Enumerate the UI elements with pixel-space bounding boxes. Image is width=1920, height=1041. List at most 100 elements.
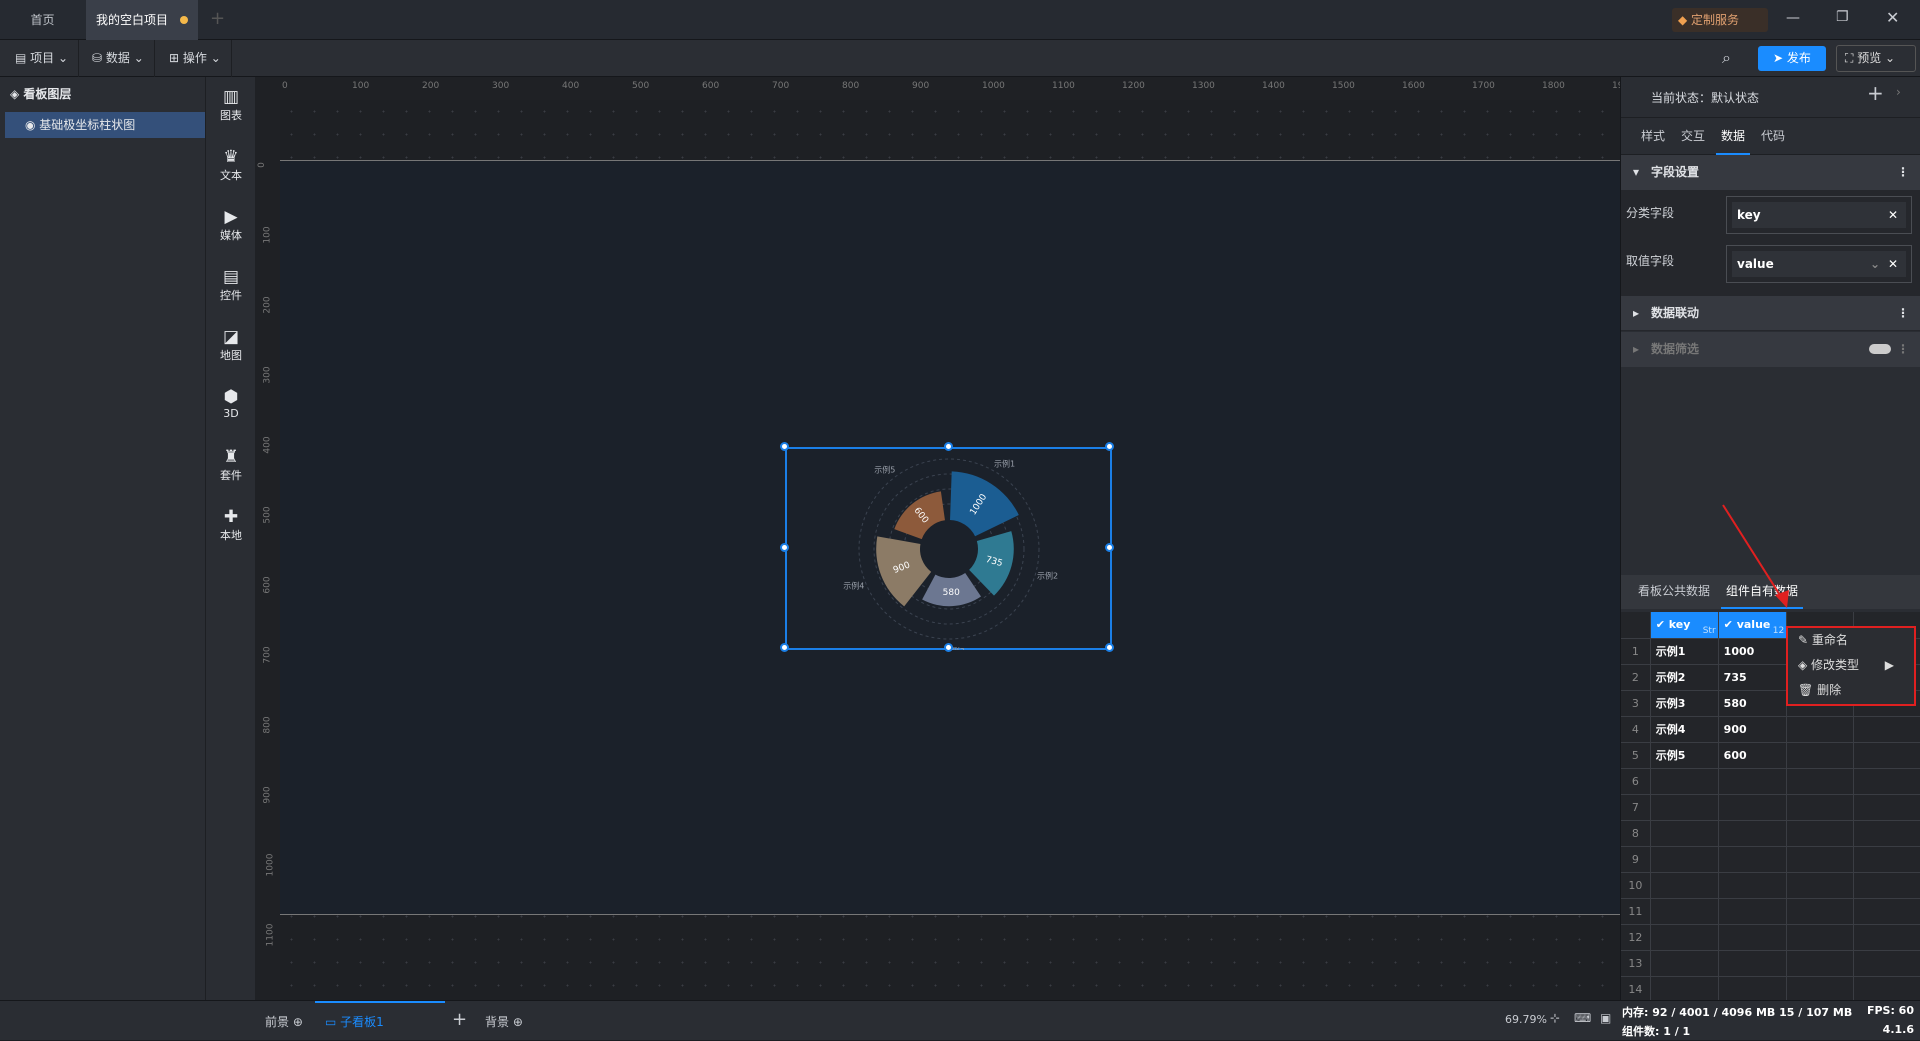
add-circle-icon[interactable]: ⊕ bbox=[293, 1015, 303, 1029]
minimize-icon[interactable]: — bbox=[1786, 10, 1800, 26]
table-row[interactable]: 4 示例4 900 bbox=[1621, 716, 1920, 743]
table-cell[interactable] bbox=[1718, 976, 1788, 1000]
table-cell[interactable] bbox=[1650, 846, 1719, 873]
custom-service-button[interactable]: ◆ 定制服务 bbox=[1672, 8, 1768, 32]
filter-toggle[interactable] bbox=[1869, 344, 1891, 354]
clear-icon[interactable]: ✕ bbox=[1888, 202, 1898, 228]
tool-media[interactable]: ▶ 媒体 bbox=[206, 207, 256, 243]
table-row[interactable]: 6 bbox=[1621, 768, 1920, 795]
table-cell[interactable] bbox=[1650, 794, 1719, 821]
chevron-right-icon[interactable]: › bbox=[1896, 85, 1901, 99]
tool-control[interactable]: ▤ 控件 bbox=[206, 267, 256, 303]
table-cell[interactable] bbox=[1718, 950, 1788, 977]
table-cell[interactable] bbox=[1650, 950, 1719, 977]
table-cell[interactable] bbox=[1650, 872, 1719, 899]
menu-data[interactable]: ⛁ 数据 ⌄ bbox=[82, 40, 155, 77]
table-cell[interactable] bbox=[1650, 924, 1719, 951]
table-row[interactable]: 9 bbox=[1621, 846, 1920, 873]
clear-icon[interactable]: ✕ bbox=[1888, 251, 1898, 277]
table-row[interactable]: 12 bbox=[1621, 924, 1920, 951]
table-row[interactable]: 14 bbox=[1621, 976, 1920, 1000]
tab-home[interactable]: 首页 bbox=[0, 0, 85, 40]
background-tab[interactable]: 背景 ⊕ bbox=[485, 1013, 523, 1030]
section-data-filter[interactable]: ▸ 数据筛选 ⋮ bbox=[1621, 332, 1920, 367]
table-cell[interactable]: 示例1 bbox=[1650, 638, 1719, 665]
table-row[interactable]: 7 bbox=[1621, 794, 1920, 821]
add-subboard-button[interactable]: + bbox=[452, 1009, 467, 1030]
tool-map[interactable]: ◪ 地图 bbox=[206, 327, 256, 363]
resize-handle[interactable] bbox=[780, 442, 789, 451]
more-icon[interactable]: ⋮ bbox=[1897, 296, 1909, 331]
table-cell[interactable] bbox=[1650, 898, 1719, 925]
restore-icon[interactable]: ❐ bbox=[1836, 9, 1849, 25]
table-cell[interactable] bbox=[1718, 768, 1788, 795]
table-cell[interactable]: 示例4 bbox=[1650, 716, 1719, 743]
preview-button[interactable]: ⛶ 预览 ⌄ bbox=[1836, 45, 1916, 72]
zoom-level[interactable]: 69.79% bbox=[1505, 1013, 1547, 1026]
table-cell[interactable]: 示例5 bbox=[1650, 742, 1719, 769]
resize-handle[interactable] bbox=[780, 643, 789, 652]
foreground-tab[interactable]: 前景 ⊕ bbox=[265, 1013, 303, 1030]
keyboard-icon[interactable]: ⌨ bbox=[1574, 1011, 1591, 1025]
resize-handle[interactable] bbox=[780, 543, 789, 552]
chevron-down-icon[interactable]: ⌄ bbox=[1870, 251, 1880, 277]
table-cell[interactable]: 900 bbox=[1718, 716, 1788, 743]
subboard-tab[interactable]: ▭ 子看板1 bbox=[315, 1001, 445, 1041]
table-cell[interactable]: 1000 bbox=[1718, 638, 1788, 665]
menu-item-delete[interactable]: 🗑 删除 bbox=[1788, 678, 1914, 703]
table-cell[interactable]: 600 bbox=[1718, 742, 1788, 769]
tool-kit[interactable]: ♜ 套件 bbox=[206, 447, 256, 483]
table-cell[interactable] bbox=[1718, 872, 1788, 899]
publish-button[interactable]: ➤ 发布 bbox=[1758, 46, 1826, 71]
tab-1[interactable]: 交互 bbox=[1676, 118, 1710, 155]
section-field-settings[interactable]: ▾ 字段设置 ⋮ bbox=[1621, 155, 1920, 190]
table-cell[interactable] bbox=[1718, 794, 1788, 821]
tab-3[interactable]: 代码 bbox=[1756, 118, 1790, 155]
menu-item-rename[interactable]: ✎ 重命名 bbox=[1788, 628, 1914, 653]
add-state-button[interactable]: + bbox=[1867, 81, 1884, 105]
table-cell[interactable] bbox=[1650, 768, 1719, 795]
menu-project[interactable]: ▤ 项目 ⌄ bbox=[5, 40, 80, 77]
add-tab-button[interactable]: + bbox=[210, 8, 225, 29]
terminal-icon[interactable]: ▣ bbox=[1600, 1011, 1611, 1025]
table-cell[interactable]: 580 bbox=[1718, 690, 1788, 717]
table-cell[interactable] bbox=[1718, 846, 1788, 873]
fit-screen-icon[interactable]: ⊹ bbox=[1550, 1011, 1560, 1025]
table-cell[interactable]: 示例3 bbox=[1650, 690, 1719, 717]
resize-handle[interactable] bbox=[1105, 643, 1114, 652]
resize-handle[interactable] bbox=[1105, 543, 1114, 552]
table-cell[interactable]: 示例2 bbox=[1650, 664, 1719, 691]
tool-local[interactable]: ✚ 本地 bbox=[206, 507, 256, 543]
resize-handle[interactable] bbox=[1105, 442, 1114, 451]
table-row[interactable]: 13 bbox=[1621, 950, 1920, 977]
add-circle-icon[interactable]: ⊕ bbox=[513, 1015, 523, 1029]
table-cell[interactable] bbox=[1718, 924, 1788, 951]
tab-project[interactable]: 我的空白项目 bbox=[86, 0, 198, 40]
table-cell[interactable] bbox=[1650, 976, 1719, 1000]
more-icon[interactable]: ⋮ bbox=[1897, 332, 1909, 367]
table-cell[interactable] bbox=[1718, 898, 1788, 925]
tool-cube[interactable]: ⬢ 3D bbox=[206, 387, 256, 420]
resize-handle[interactable] bbox=[944, 643, 953, 652]
menu-operate[interactable]: ⊞ 操作 ⌄ bbox=[159, 40, 232, 77]
menu-item-change-type[interactable]: ◈ 修改类型 ▶ bbox=[1788, 653, 1914, 678]
search-icon[interactable]: ⌕ bbox=[1722, 48, 1731, 68]
data-tab-0[interactable]: 看板公共数据 bbox=[1633, 575, 1715, 609]
resize-handle[interactable] bbox=[944, 442, 953, 451]
tool-chart[interactable]: ▥ 图表 bbox=[206, 87, 256, 123]
table-row[interactable]: 5 示例5 600 bbox=[1621, 742, 1920, 769]
table-row[interactable]: 10 bbox=[1621, 872, 1920, 899]
tool-text[interactable]: ♛ 文本 bbox=[206, 147, 256, 183]
category-field-select[interactable]: key ✕ bbox=[1726, 196, 1912, 234]
table-row[interactable]: 8 bbox=[1621, 820, 1920, 847]
tab-0[interactable]: 样式 bbox=[1636, 118, 1670, 155]
table-cell[interactable]: 735 bbox=[1718, 664, 1788, 691]
selected-chart-widget[interactable]: 1000示例1735示例2580示例3900示例4600示例5 bbox=[780, 442, 1114, 652]
close-icon[interactable]: ✕ bbox=[1886, 8, 1899, 27]
more-icon[interactable]: ⋮ bbox=[1897, 155, 1909, 190]
column-header[interactable]: ✔ key Str bbox=[1650, 612, 1719, 639]
layer-item[interactable]: ◉ 基础极坐标柱状图 bbox=[5, 112, 205, 138]
section-data-link[interactable]: ▸ 数据联动 ⋮ bbox=[1621, 296, 1920, 331]
table-cell[interactable] bbox=[1650, 820, 1719, 847]
value-field-select[interactable]: value ⌄ ✕ bbox=[1726, 245, 1912, 283]
